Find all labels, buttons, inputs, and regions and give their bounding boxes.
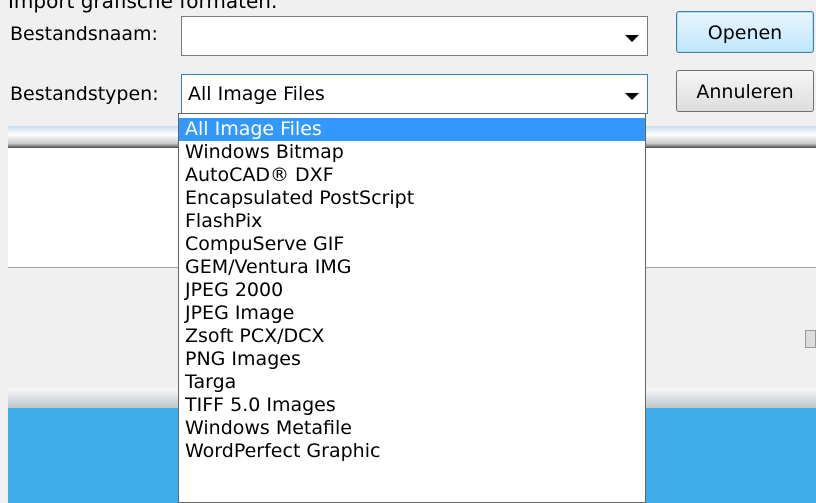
list-item[interactable]: Windows Bitmap [179,141,645,164]
list-item[interactable]: Windows Metafile [179,417,645,440]
list-item[interactable]: JPEG 2000 [179,279,645,302]
chevron-down-icon[interactable] [625,35,639,42]
filename-label: Bestandsnaam: [10,23,158,45]
chevron-down-icon[interactable] [625,93,639,100]
filetype-value: All Image Files [188,83,325,105]
scroll-button[interactable] [805,330,816,348]
list-item[interactable]: WordPerfect Graphic [179,440,645,463]
open-button[interactable]: Openen [676,11,814,53]
filetype-label: Bestandstypen: [10,83,159,105]
list-item[interactable]: PNG Images [179,348,645,371]
list-item[interactable]: JPEG Image [179,302,645,325]
filetype-combobox[interactable]: All Image Files [181,74,648,114]
list-item[interactable]: All Image Files [179,118,645,141]
list-item[interactable]: Encapsulated PostScript [179,187,645,210]
dialog-title: Import grafische formaten. [8,0,278,13]
list-item[interactable]: Zsoft PCX/DCX [179,325,645,348]
list-item[interactable]: TIFF 5.0 Images [179,394,645,417]
list-item[interactable]: Targa [179,371,645,394]
list-item[interactable]: GEM/Ventura IMG [179,256,645,279]
list-item[interactable]: CompuServe GIF [179,233,645,256]
filename-combobox[interactable] [181,16,648,56]
cancel-button[interactable]: Annuleren [676,70,814,112]
filetype-dropdown-list[interactable]: All Image Files Windows Bitmap AutoCAD® … [178,113,646,503]
list-item[interactable]: FlashPix [179,210,645,233]
list-item[interactable]: AutoCAD® DXF [179,164,645,187]
